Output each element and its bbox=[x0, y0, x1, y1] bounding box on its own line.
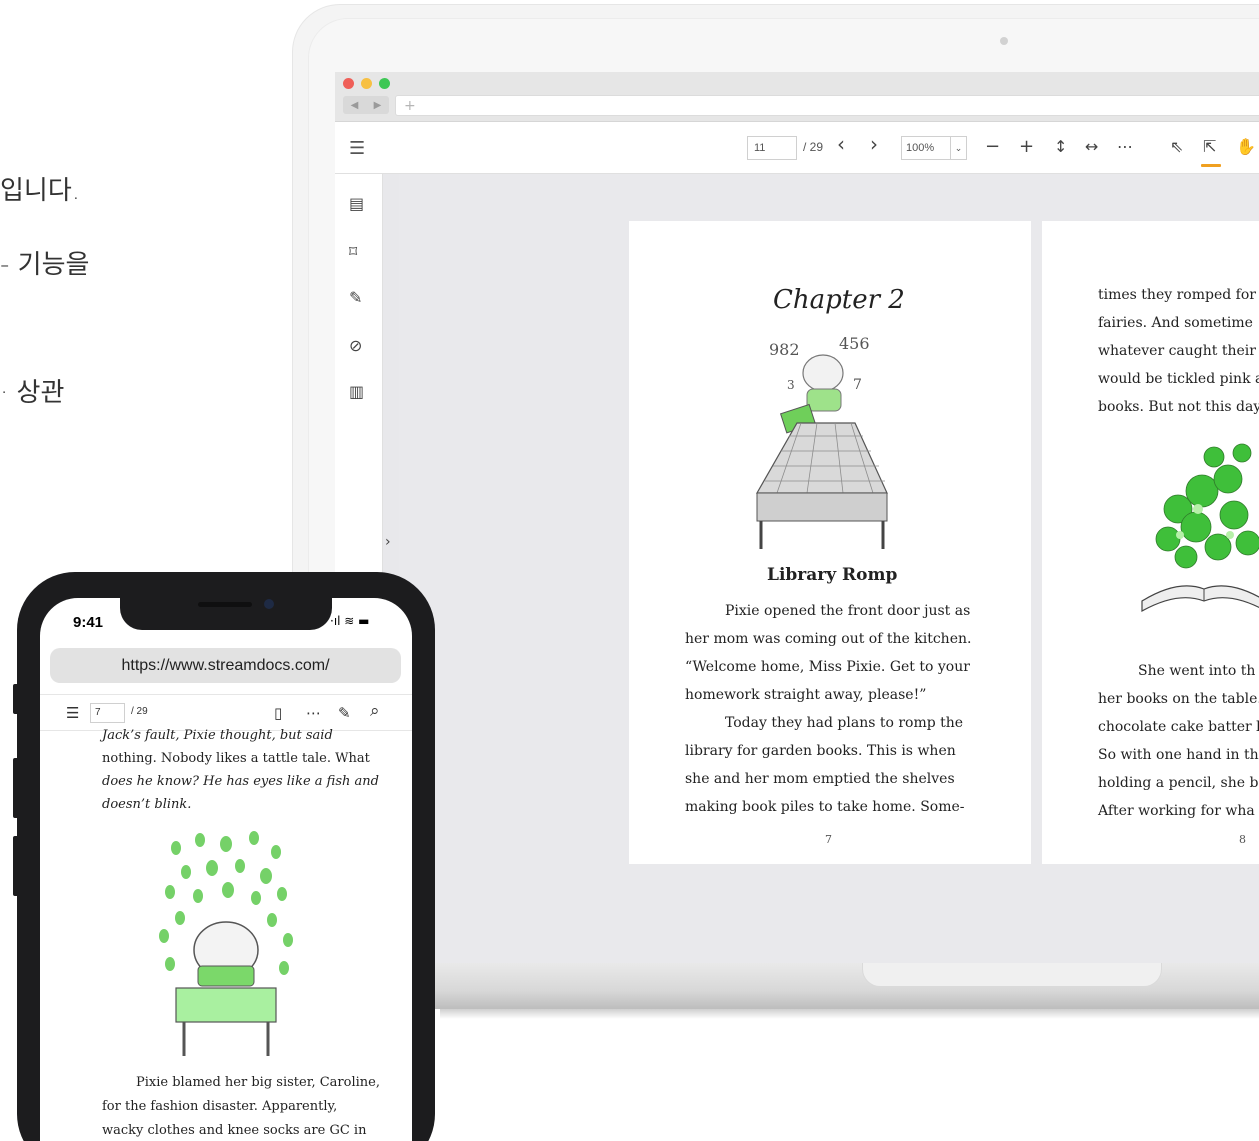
chevron-down-icon[interactable]: ⌄ bbox=[950, 137, 966, 159]
text-line: So with one hand in th bbox=[1098, 747, 1259, 763]
mobile-text-line: doesn’t blink. bbox=[102, 797, 192, 812]
zoom-in-icon[interactable]: + bbox=[1019, 136, 1034, 158]
mobile-text-line: for the fashion disaster. Apparently, bbox=[102, 1099, 338, 1114]
layers-icon[interactable]: ▥ bbox=[349, 382, 364, 401]
menu-icon[interactable]: ☰ bbox=[349, 138, 365, 159]
text-line: She went into th bbox=[1138, 663, 1256, 679]
mobile-text-line: Pixie blamed her big sister, Caroline, bbox=[136, 1075, 380, 1090]
select-tool-icon[interactable]: ⇖ bbox=[1170, 136, 1183, 158]
more-icon[interactable]: ⋯ bbox=[1117, 136, 1133, 158]
active-tool-indicator bbox=[1201, 164, 1221, 167]
chapter-heading: Chapter 2 bbox=[773, 285, 905, 315]
browser-chrome: ◀ ▶ + bbox=[335, 72, 1259, 122]
text-select-tool-icon[interactable]: ⇱ bbox=[1203, 136, 1216, 158]
marketing-text-line-2: - 기능을 bbox=[0, 250, 90, 280]
phone-illustration bbox=[159, 831, 293, 1056]
status-bar-icons: ·ıl ≋ ▬ bbox=[330, 614, 370, 628]
mobile-text-line: nothing. Nobody likes a tattle tale. Wha… bbox=[102, 751, 370, 766]
text-line: chocolate cake batter l bbox=[1098, 719, 1259, 735]
phone-speaker bbox=[198, 602, 252, 607]
laptop-opening-notch bbox=[862, 963, 1162, 987]
viewer-toolbar: ☰ 11 / 29 ‹ › 100% ⌄ − + ↕ ↔ ⋯ ⇖ ⇱ ✋ bbox=[335, 122, 1259, 174]
page-total: / 29 bbox=[803, 140, 824, 154]
maximize-dot[interactable] bbox=[379, 78, 390, 89]
text-line: fairies. And sometime bbox=[1098, 315, 1253, 331]
close-dot[interactable] bbox=[343, 78, 354, 89]
attachment-icon[interactable]: ⊘ bbox=[349, 336, 362, 355]
more-icon[interactable]: ⋯ bbox=[306, 704, 321, 722]
zoom-out-icon[interactable]: − bbox=[985, 136, 1000, 158]
chapter-illustration: 982 456 3 7 bbox=[755, 334, 888, 549]
minimize-dot[interactable] bbox=[361, 78, 372, 89]
mobile-url-bar[interactable]: https://www.streamdocs.com/ bbox=[50, 648, 401, 683]
svg-text:456: 456 bbox=[839, 334, 870, 353]
text-line: holding a pencil, she b bbox=[1098, 775, 1259, 791]
document-page-left: Chapter 2 982 456 3 7 Library Romp Pixie… bbox=[629, 221, 1031, 864]
menu-icon[interactable]: ☰ bbox=[66, 704, 79, 722]
svg-text:3: 3 bbox=[787, 378, 795, 392]
mobile-viewer-toolbar: ☰ 7 / 29 ▯ ⋯ ✎ ⌕ bbox=[40, 694, 412, 731]
edit-icon[interactable]: ✎ bbox=[338, 704, 351, 722]
prev-page-icon[interactable]: ‹ bbox=[837, 133, 845, 155]
browser-nav-buttons[interactable]: ◀ ▶ bbox=[343, 96, 389, 114]
document-viewport[interactable]: Chapter 2 982 456 3 7 Library Romp Pixie… bbox=[399, 174, 1259, 972]
comments-icon[interactable]: ✎ bbox=[349, 288, 362, 307]
page-number: 7 bbox=[825, 833, 832, 846]
text-line: her books on the table. bbox=[1098, 691, 1259, 707]
thumbnails-icon[interactable]: ▤ bbox=[349, 194, 364, 213]
text-line: Today they had plans to romp the bbox=[725, 715, 964, 731]
text-line: After working for wha bbox=[1098, 803, 1255, 819]
text-line: homework straight away, please!” bbox=[685, 687, 927, 703]
forward-icon[interactable]: ▶ bbox=[374, 100, 382, 111]
text-line: Pixie opened the front door just as bbox=[725, 603, 971, 619]
zoom-select[interactable]: 100% ⌄ bbox=[901, 136, 967, 160]
marketing-text-line-1: 입니다. bbox=[0, 176, 81, 206]
phone-volume-up bbox=[13, 758, 19, 818]
text-line: “Welcome home, Miss Pixie. Get to your bbox=[685, 659, 970, 675]
phone-front-camera bbox=[264, 599, 274, 609]
fit-width-icon[interactable]: ↔ bbox=[1085, 136, 1098, 158]
bookmark-icon[interactable]: ⌑ bbox=[349, 242, 357, 261]
phone-volume-down bbox=[13, 836, 19, 896]
marketing-text-line-3: · 상관 bbox=[0, 378, 65, 408]
page-number: 8 bbox=[1239, 833, 1246, 846]
story-title: Library Romp bbox=[767, 565, 898, 585]
mobile-text-line: Jack’s fault, Pixie thought, but said bbox=[102, 728, 333, 743]
next-page-icon[interactable]: › bbox=[870, 133, 878, 155]
layout-icon[interactable]: ▯ bbox=[274, 704, 282, 722]
document-page-right: times they romped for fairies. And somet… bbox=[1042, 221, 1259, 864]
new-tab-icon[interactable]: + bbox=[404, 96, 416, 116]
mobile-page-total: / 29 bbox=[131, 706, 148, 717]
page-number-input[interactable]: 11 bbox=[747, 136, 797, 160]
text-line: making book piles to take home. Some- bbox=[685, 799, 965, 815]
sidebar-collapse-icon[interactable]: › bbox=[385, 534, 391, 550]
browser-window: ◀ ▶ + ☰ 11 / 29 ‹ › 100% ⌄ − + ↕ ↔ ⋯ ⇖ ⇱… bbox=[335, 72, 1259, 972]
text-line: she and her mom emptied the shelves bbox=[685, 771, 955, 787]
text-line: books. But not this day bbox=[1098, 399, 1259, 415]
laptop-shadow bbox=[440, 1009, 1259, 1019]
back-icon[interactable]: ◀ bbox=[351, 100, 359, 111]
text-line: whatever caught their bbox=[1098, 343, 1256, 359]
search-icon[interactable]: ⌕ bbox=[370, 702, 380, 720]
mobile-text-line: wacky clothes and knee socks are GC in bbox=[102, 1123, 367, 1138]
mobile-text-line: does he know? He has eyes like a fish an… bbox=[102, 774, 379, 789]
fit-height-icon[interactable]: ↕ bbox=[1054, 136, 1067, 158]
text-line: would be tickled pink a bbox=[1098, 371, 1259, 387]
svg-text:7: 7 bbox=[853, 377, 862, 393]
laptop-camera bbox=[1000, 37, 1008, 45]
text-line: library for garden books. This is when bbox=[685, 743, 956, 759]
zoom-value: 100% bbox=[906, 142, 935, 154]
status-bar-time: 9:41 bbox=[73, 614, 104, 631]
pan-tool-icon[interactable]: ✋ bbox=[1236, 136, 1256, 158]
phone-mute-switch bbox=[13, 684, 19, 714]
svg-text:982: 982 bbox=[769, 340, 800, 359]
browser-address-bar[interactable]: + bbox=[395, 95, 1259, 116]
mobile-page-number-input[interactable]: 7 bbox=[90, 703, 125, 723]
book-illustration bbox=[1141, 443, 1259, 613]
text-line: her mom was coming out of the kitchen. bbox=[685, 631, 972, 647]
text-line: times they romped for bbox=[1098, 287, 1256, 303]
